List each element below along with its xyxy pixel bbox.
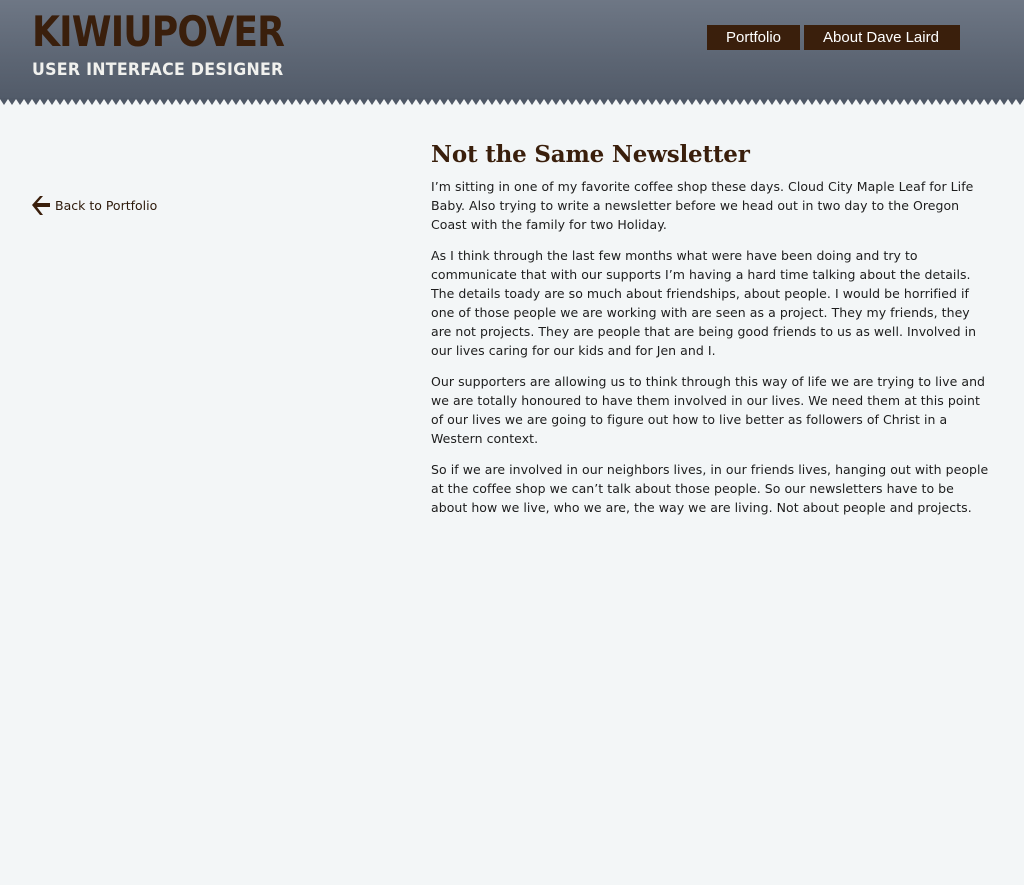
article: Not the Same Newsletter I’m sitting in o… xyxy=(431,140,991,529)
article-paragraph: So if we are involved in our neighbors l… xyxy=(431,462,989,515)
article-paragraph: As I think through the last few months w… xyxy=(431,248,977,358)
main-nav: Portfolio About Dave Laird xyxy=(707,25,960,50)
nav-portfolio-button[interactable]: Portfolio xyxy=(707,25,801,50)
back-to-portfolio-link[interactable]: Back to Portfolio xyxy=(32,195,157,216)
logo-subtitle: USER INTERFACE DESIGNER xyxy=(32,60,284,80)
article-paragraph: Our supporters are allowing us to think … xyxy=(431,374,986,446)
article-paragraph: I’m sitting in one of my favorite coffee… xyxy=(431,179,974,232)
arrow-left-icon xyxy=(32,196,50,215)
article-title: Not the Same Newsletter xyxy=(431,141,750,168)
header-zigzag-edge xyxy=(0,98,1024,110)
nav-about-button[interactable]: About Dave Laird xyxy=(804,25,960,50)
logo-title[interactable]: KIWIUPOVER xyxy=(32,8,285,56)
site-header: KIWIUPOVER USER INTERFACE DESIGNER Portf… xyxy=(0,0,1024,110)
page: KIWIUPOVER USER INTERFACE DESIGNER Portf… xyxy=(0,0,1024,885)
back-link-label: Back to Portfolio xyxy=(55,197,158,213)
